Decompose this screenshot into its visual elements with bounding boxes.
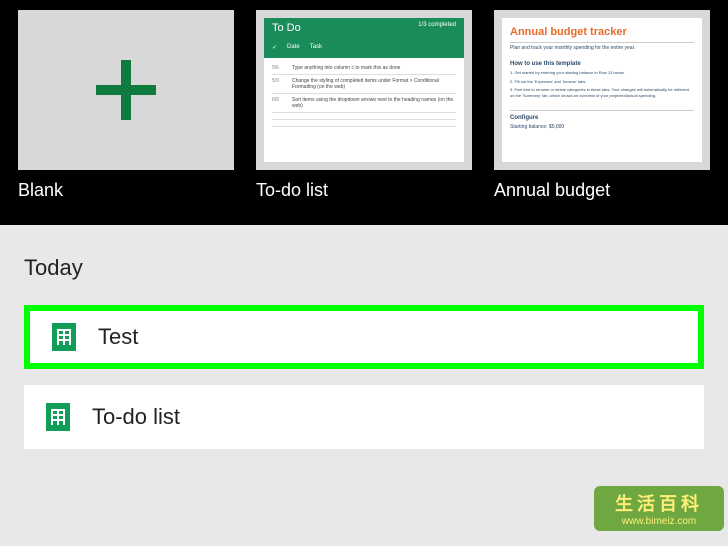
budget-preview-title: Annual budget tracker [510,26,694,43]
template-label-budget: Annual budget [494,180,710,201]
todo-preview-row: 5/9 Change the styling of completed item… [272,75,456,94]
file-name: To-do list [92,404,180,430]
budget-howto-title: How to use this template [510,61,694,67]
budget-configure-label: Configure [510,115,694,121]
todo-preview-title: To Do [272,22,322,34]
template-gallery: Blank To Do ✓ Date Task 1/3 [0,0,728,225]
file-row-todo[interactable]: To-do list [24,385,704,449]
todo-col-task: Task [310,44,322,51]
file-row-test[interactable]: Test [24,305,704,369]
todo-preview-row: 6/9 Sort items using the dropdown arrows… [272,94,456,113]
template-card-budget: Annual budget tracker Plan and track you… [494,10,710,201]
todo-preview-row [272,120,456,127]
watermark: 生活百科 www.bimeiz.com [594,486,724,546]
sheets-icon [46,403,70,431]
templates-row: Blank To Do ✓ Date Task 1/3 [18,10,710,201]
todo-check-icon: ✓ [272,44,277,51]
todo-preview-body: 5/6 Type anything into column c to mark … [264,58,464,131]
todo-preview-row [272,113,456,120]
template-card-blank: Blank [18,10,234,201]
todo-preview-row: 5/6 Type anything into column c to mark … [272,62,456,75]
file-name: Test [98,324,138,350]
watermark-text-cn: 生活百科 [602,490,716,516]
budget-step: 1. Get started by entering your starting… [510,70,694,76]
budget-preview: Annual budget tracker Plan and track you… [502,18,702,162]
todo-completed-count: 1/3 completed [418,22,456,28]
template-label-todo: To-do list [256,180,472,201]
plus-icon [96,60,156,120]
budget-preview-subtitle: Plan and track your monthly spending for… [510,45,694,51]
file-list: Test To-do list [24,305,704,449]
sheets-icon [52,323,76,351]
budget-balance-value: $5,000 [549,124,564,130]
budget-balance-label: Starting balance: [510,124,548,130]
budget-step: 2. Fill out the 'Expenses' and 'Income' … [510,79,694,85]
section-heading-today: Today [24,255,704,281]
budget-step: 3. Feel free to rename or delete categor… [510,87,694,98]
template-thumb-budget[interactable]: Annual budget tracker Plan and track you… [494,10,710,170]
watermark-url: www.bimeiz.com [602,516,716,527]
template-thumb-blank[interactable] [18,10,234,170]
template-thumb-todo[interactable]: To Do ✓ Date Task 1/3 completed 5/6 [256,10,472,170]
recent-files-section: Today Test To-do list [0,225,728,449]
todo-col-date: Date [287,44,300,51]
template-label-blank: Blank [18,180,234,201]
template-card-todo: To Do ✓ Date Task 1/3 completed 5/6 [256,10,472,201]
todo-preview: To Do ✓ Date Task 1/3 completed 5/6 [264,18,464,162]
todo-preview-header: To Do ✓ Date Task 1/3 completed [264,18,464,58]
